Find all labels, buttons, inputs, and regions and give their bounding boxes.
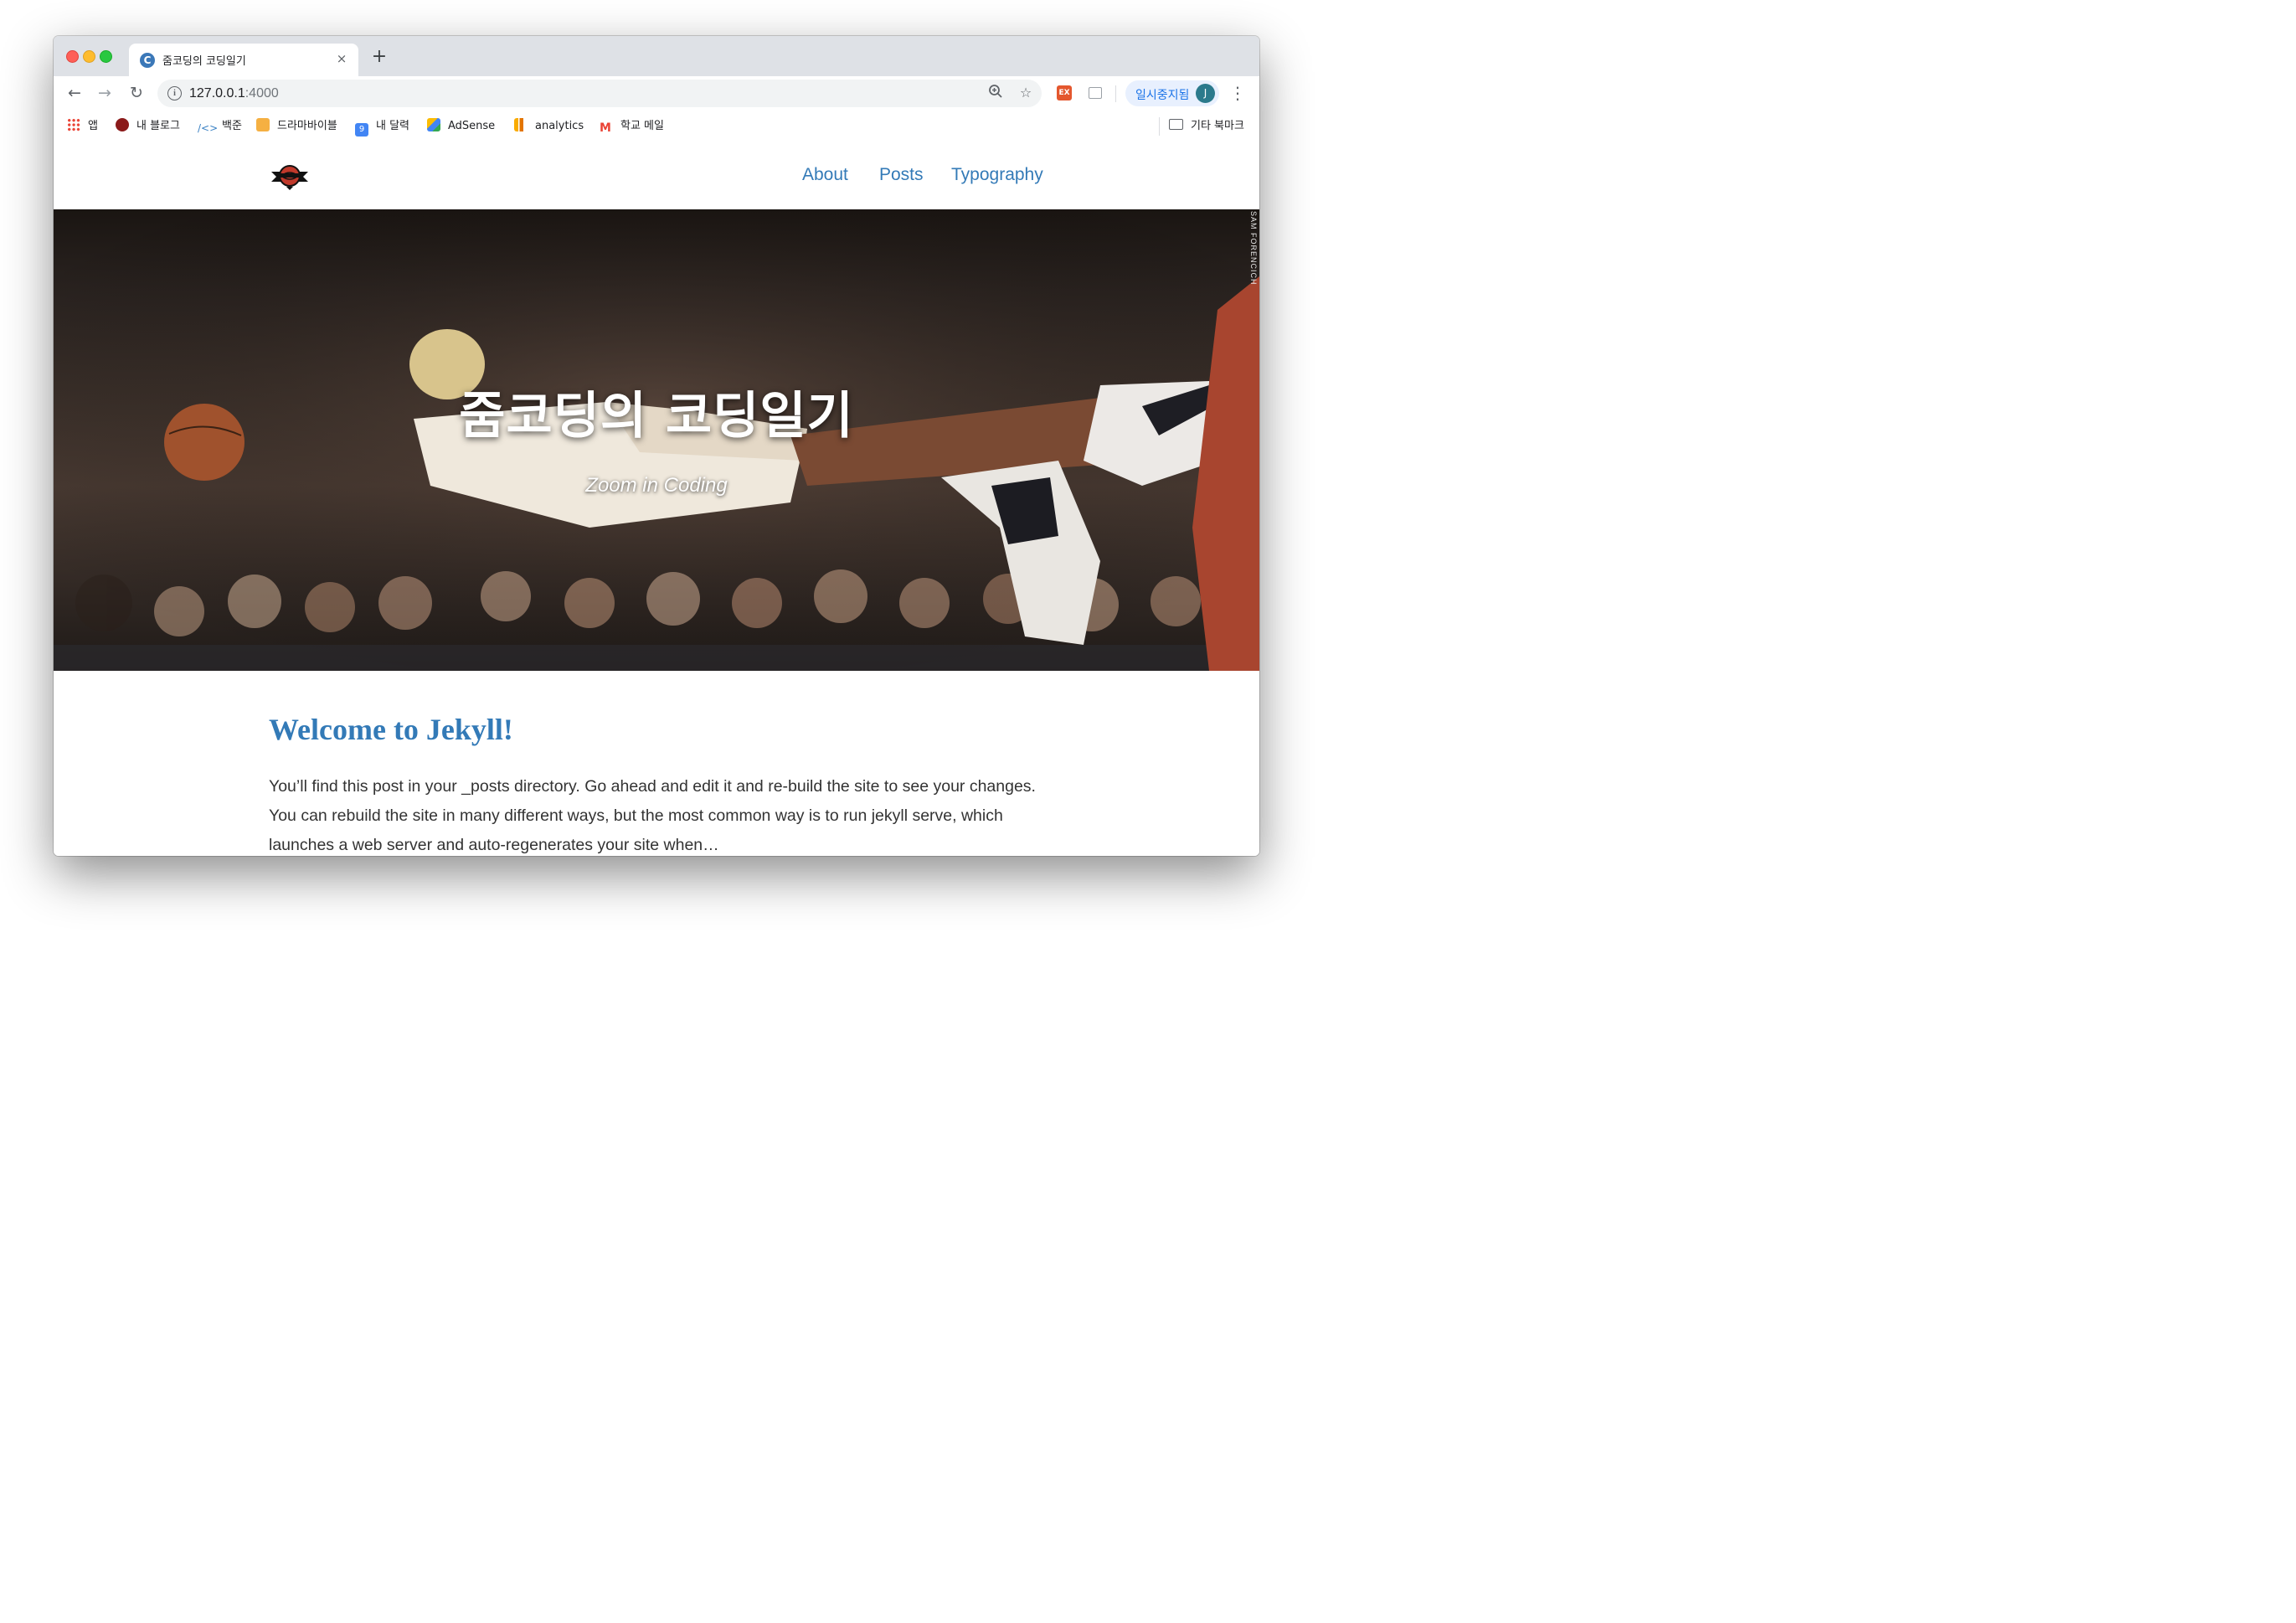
bookmark-school-mail[interactable]: M 학교 메일	[600, 118, 664, 135]
site-logo-icon[interactable]	[270, 162, 310, 190]
bookmark-label: 내 달력	[376, 120, 410, 132]
apps-grid-icon	[67, 118, 80, 131]
calendar-icon: 9	[355, 123, 368, 137]
hero-subtitle: Zoom in Coding	[585, 474, 728, 497]
bookmark-label: 기타 북마크	[1191, 120, 1244, 132]
hero-banner: 줌코딩의 코딩일기 Zoom in Coding SAM FORENCICH	[54, 209, 1259, 671]
hero-title: 줌코딩의 코딩일기	[459, 387, 854, 446]
nav-about-link[interactable]: About	[802, 165, 848, 185]
bookmark-drama-bible[interactable]: 드라마바이블	[256, 118, 337, 135]
bookmark-label: analytics	[535, 120, 584, 132]
extension-cast-icon[interactable]	[1089, 87, 1102, 99]
bookmark-label: 앱	[88, 120, 98, 132]
bookmark-divider	[1159, 117, 1160, 136]
avatar: J	[1196, 84, 1215, 103]
analytics-icon	[514, 118, 528, 131]
close-window-button[interactable]	[66, 50, 79, 63]
tab-favicon-icon: C	[140, 53, 155, 68]
bookmark-analytics[interactable]: analytics	[514, 118, 584, 135]
browser-window: C 줌코딩의 코딩일기 × + ← → ↻ i 127.0.0.1:4000 ☆…	[54, 36, 1259, 856]
url-host: 127.0.0.1	[189, 86, 245, 100]
minimize-window-button[interactable]	[83, 50, 95, 63]
bookmark-apps[interactable]: 앱	[67, 118, 98, 135]
post-title-link[interactable]: Welcome to Jekyll!	[269, 712, 513, 747]
zoom-icon[interactable]	[986, 84, 1005, 102]
nav-typography-link[interactable]: Typography	[951, 165, 1043, 185]
browser-menu-icon[interactable]: ⋮	[1229, 83, 1246, 103]
bookmark-label: AdSense	[448, 120, 496, 132]
bookmark-label: 드라마바이블	[277, 120, 337, 132]
code-icon: /<>	[198, 122, 219, 134]
bookmark-adsense[interactable]: AdSense	[427, 118, 495, 135]
bookmark-baekjoon[interactable]: /<> 백준	[198, 118, 242, 135]
new-tab-button[interactable]: +	[370, 48, 389, 67]
toolbar-divider	[1115, 85, 1116, 102]
url-port: :4000	[245, 86, 279, 100]
extension-ex-icon[interactable]: EX	[1057, 85, 1072, 100]
gmail-icon: M	[600, 121, 611, 135]
address-bar[interactable]: i 127.0.0.1:4000 ☆	[157, 80, 1042, 107]
adsense-icon	[427, 118, 440, 131]
zoom-window-button[interactable]	[100, 50, 112, 63]
bookmark-label: 백준	[222, 120, 242, 132]
blog-logo-icon	[116, 118, 129, 131]
site-info-icon[interactable]: i	[167, 86, 182, 100]
profile-button[interactable]: 일시중지됨 J	[1125, 80, 1219, 106]
profile-status: 일시중지됨	[1135, 89, 1190, 102]
nav-posts-link[interactable]: Posts	[879, 165, 924, 185]
tab-title: 줌코딩의 코딩일기	[162, 55, 246, 68]
tab-strip: C 줌코딩의 코딩일기 × +	[54, 36, 1259, 76]
site-navbar: About Posts Typography	[54, 142, 1259, 209]
browser-tab[interactable]: C 줌코딩의 코딩일기 ×	[129, 44, 358, 76]
drama-bible-icon	[256, 118, 270, 131]
bookmark-label: 학교 메일	[620, 120, 664, 132]
web-page: About Posts Typography 줌코딩의 코딩일기 Zoom in…	[54, 142, 1259, 856]
url-text[interactable]: 127.0.0.1:4000	[189, 86, 279, 101]
tab-close-icon[interactable]: ×	[333, 50, 350, 67]
folder-icon	[1169, 119, 1183, 130]
back-icon[interactable]: ←	[64, 82, 85, 104]
bookmarks-bar: 앱 내 블로그 /<> 백준 드라마바이블 9 내 달력 AdSense analy…	[54, 111, 1259, 143]
bookmark-other[interactable]: 기타 북마크	[1169, 118, 1244, 135]
reload-icon[interactable]: ↻	[126, 82, 147, 104]
bookmark-calendar[interactable]: 9 내 달력	[355, 118, 410, 137]
bookmark-my-blog[interactable]: 내 블로그	[116, 118, 180, 135]
bookmark-label: 내 블로그	[136, 120, 180, 132]
bookmark-star-icon[interactable]: ☆	[1017, 84, 1035, 102]
browser-toolbar: ← → ↻ i 127.0.0.1:4000 ☆ EX 일시중지됨 J ⋮	[54, 76, 1259, 111]
post-excerpt: You’ll find this post in your _posts dir…	[269, 777, 1036, 854]
photo-credit: SAM FORENCICH	[1249, 211, 1258, 286]
forward-icon[interactable]: →	[94, 82, 116, 104]
